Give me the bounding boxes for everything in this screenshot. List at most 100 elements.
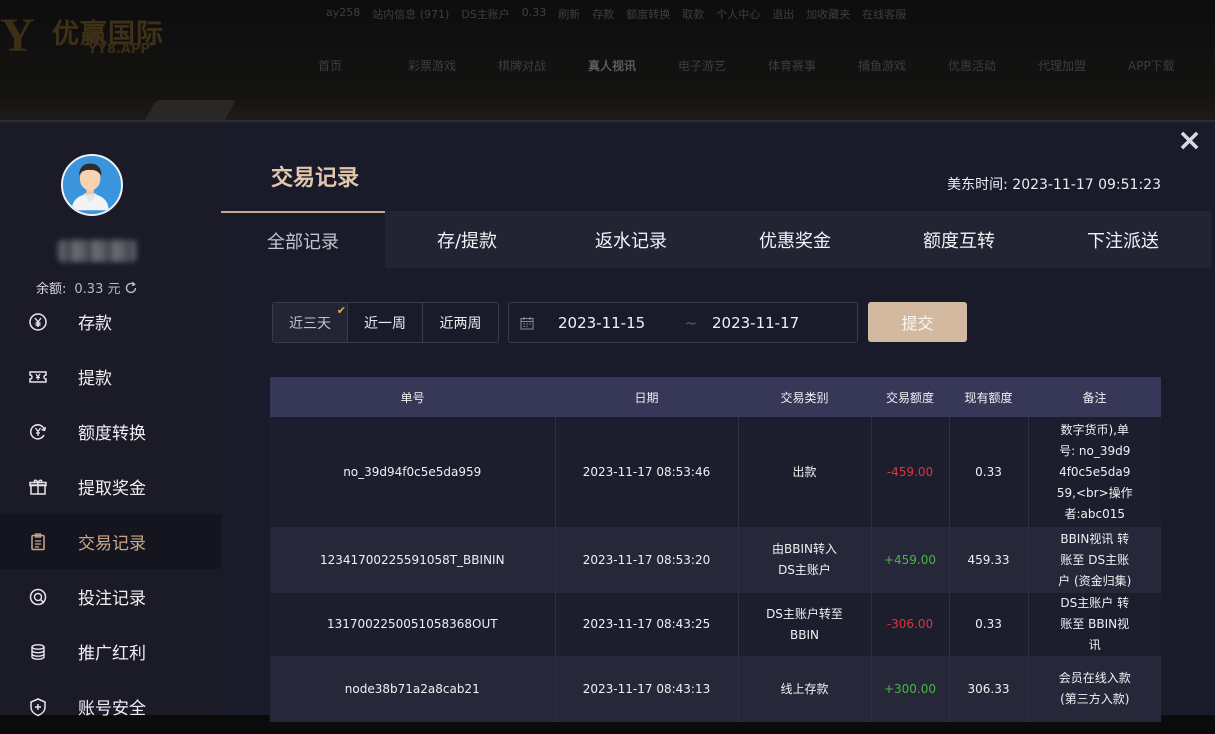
nav-item[interactable]: 电子游艺 xyxy=(678,57,768,74)
sidebar-item-deposit[interactable]: 存款 xyxy=(0,294,221,349)
cell-balance: 0.33 xyxy=(948,417,1028,527)
sidebar-item-label: 投注记录 xyxy=(78,589,146,609)
eastern-time-value: 2023-11-17 09:51:23 xyxy=(1012,177,1161,193)
cell-type: DS主账户转至BBIN xyxy=(737,593,871,656)
cell-amount: +459.00 xyxy=(870,527,949,593)
date-end-input[interactable]: 2023-11-17 xyxy=(712,314,799,332)
close-icon[interactable]: × xyxy=(1177,126,1202,156)
cell-type-text: 由BBIN转入DS主账户 xyxy=(772,542,837,577)
sidebar-item-bonus[interactable]: 提取奖金 xyxy=(0,459,221,514)
main-nav: 首页 彩票游戏 棋牌对战 真人视讯 电子游艺 体育赛事 捕鱼游戏 优惠活动 代理… xyxy=(318,57,1215,74)
cell-date: 2023-11-17 08:53:20 xyxy=(554,527,738,593)
member-center-modal: 余额: 0.33 元 存款 提款 额度转换 提取奖金 交易记录 投注记录 推广红… xyxy=(0,120,1215,722)
coin-stack-icon xyxy=(28,642,48,662)
range-one-week-button[interactable]: 近一周 xyxy=(348,303,423,342)
topbar-item[interactable]: DS主账户 xyxy=(461,6,509,22)
shield-icon xyxy=(28,697,48,717)
logo-mark: Y xyxy=(0,9,35,62)
cell-balance: 306.33 xyxy=(948,656,1028,722)
sidebar-item-label: 提取奖金 xyxy=(78,479,146,499)
nav-item[interactable]: 体育赛事 xyxy=(768,57,858,74)
calendar-icon xyxy=(520,316,534,329)
range-label: 近一周 xyxy=(364,315,406,332)
eastern-time-display: 美东时间: 2023-11-17 09:51:23 xyxy=(947,174,1161,194)
date-start-input[interactable]: 2023-11-15 xyxy=(558,314,670,332)
sidebar-item-referral[interactable]: 推广红利 xyxy=(0,624,221,679)
sidebar-item-label: 额度转换 xyxy=(78,424,146,444)
cell-remark: BBIN视讯 转账至 DS主账户 (资金归集) xyxy=(1027,527,1161,593)
column-header-type: 交易类别 xyxy=(738,377,871,417)
bet-record-icon xyxy=(28,587,48,607)
tab-rebate-records[interactable]: 返水记录 xyxy=(549,211,713,268)
cell-balance: 0.33 xyxy=(948,593,1028,656)
sidebar-item-security[interactable]: 账号安全 xyxy=(0,679,221,734)
cell-type-text: 线上存款 xyxy=(780,681,829,696)
sidebar-item-label: 存款 xyxy=(78,314,112,334)
date-separator: ~ xyxy=(684,313,698,332)
topbar-item[interactable]: 退出 xyxy=(772,6,794,22)
sidebar-item-transfer[interactable]: 额度转换 xyxy=(0,404,221,459)
nav-item[interactable]: 首页 xyxy=(318,57,408,74)
topbar-item[interactable]: 加收藏夹 xyxy=(806,6,850,22)
sidebar-item-label: 推广红利 xyxy=(78,644,146,664)
avatar-icon xyxy=(63,156,118,211)
tab-balance-transfer[interactable]: 额度互转 xyxy=(877,211,1041,268)
submit-button[interactable]: 提交 xyxy=(868,302,967,342)
cell-type: 由BBIN转入DS主账户 xyxy=(737,527,871,593)
checkmark-icon: ✔ xyxy=(336,304,346,317)
sidebar-item-transactions[interactable]: 交易记录 xyxy=(0,514,221,569)
cell-balance: 459.33 xyxy=(948,527,1028,593)
site-logo[interactable]: Y 优赢国际 YY8.APP xyxy=(0,2,170,64)
cell-order-no: node38b71a2a8cab21 xyxy=(270,656,555,722)
nav-item-active[interactable]: 真人视讯 xyxy=(588,57,678,74)
nav-item[interactable]: 棋牌对战 xyxy=(498,57,588,74)
topbar-item[interactable]: ay258 xyxy=(326,6,360,22)
cell-date: 2023-11-17 08:43:25 xyxy=(554,593,738,656)
date-range-picker[interactable]: 2023-11-15 ~ 2023-11-17 xyxy=(508,302,858,343)
topbar-item[interactable]: 额度转换 xyxy=(626,6,670,22)
sidebar-item-label: 账号安全 xyxy=(78,699,146,719)
sidebar-item-bet-records[interactable]: 投注记录 xyxy=(0,569,221,624)
nav-item[interactable]: 优惠活动 xyxy=(948,57,1038,74)
refresh-icon[interactable] xyxy=(124,281,138,295)
tab-all-records[interactable]: 全部记录 xyxy=(221,211,385,268)
column-header-balance: 现有额度 xyxy=(949,377,1028,417)
topbar-item[interactable]: 在线客服 xyxy=(862,6,906,22)
cell-amount: -306.00 xyxy=(870,593,949,656)
table-row: 1317002250051058368OUT 2023-11-17 08:43:… xyxy=(270,593,1161,656)
topbar-item[interactable]: 站内信息 (971) xyxy=(372,6,449,22)
ticket-icon xyxy=(28,367,48,387)
nav-item[interactable]: 彩票游戏 xyxy=(408,57,498,74)
logo-text-en: YY8.APP xyxy=(88,42,150,57)
currency-transfer-icon xyxy=(28,422,48,442)
nav-item[interactable]: 代理加盟 xyxy=(1038,57,1128,74)
tab-promo-bonus[interactable]: 优惠奖金 xyxy=(713,211,877,268)
page-title: 交易记录 xyxy=(271,166,360,191)
sidebar-item-label: 提款 xyxy=(78,369,112,389)
table-row: node38b71a2a8cab21 2023-11-17 08:43:13 线… xyxy=(270,656,1161,722)
topbar-item[interactable]: 存款 xyxy=(592,6,614,22)
cell-order-no: no_39d94f0c5e5da959 xyxy=(270,417,555,527)
tab-deposit-withdraw[interactable]: 存/提款 xyxy=(385,211,549,268)
table-row: no_39d94f0c5e5da959 2023-11-17 08:53:46 … xyxy=(270,417,1161,527)
eastern-time-label: 美东时间: xyxy=(947,177,1008,193)
topbar-item[interactable]: 个人中心 xyxy=(716,6,760,22)
header-decoration xyxy=(143,100,237,122)
record-tabs: 全部记录 存/提款 返水记录 优惠奖金 额度互转 下注派送 xyxy=(221,211,1211,268)
top-utility-bar: ay258 站内信息 (971) DS主账户 0.33 刷新 存款 额度转换 取… xyxy=(326,6,906,22)
tab-bet-payout[interactable]: 下注派送 xyxy=(1041,211,1205,268)
range-two-weeks-button[interactable]: 近两周 xyxy=(423,303,498,342)
cell-order-no: 12341700225591058T_BBININ xyxy=(270,527,555,593)
topbar-item[interactable]: 刷新 xyxy=(558,6,580,22)
nav-item[interactable]: APP下载 xyxy=(1128,57,1215,74)
yen-circle-icon xyxy=(28,312,48,332)
column-header-remark: 备注 xyxy=(1028,377,1161,417)
cell-remark-text: DS主账户 转账至 BBIN视讯 xyxy=(1060,596,1130,652)
username-redacted xyxy=(58,240,136,262)
sidebar-item-withdraw[interactable]: 提款 xyxy=(0,349,221,404)
transaction-table: 单号 日期 交易类别 交易额度 现有额度 备注 no_39d94f0c5e5da… xyxy=(270,377,1161,722)
topbar-item[interactable]: 取款 xyxy=(682,6,704,22)
nav-item[interactable]: 捕鱼游戏 xyxy=(858,57,948,74)
range-three-days-button[interactable]: 近三天 ✔ xyxy=(273,303,348,342)
gift-icon xyxy=(28,477,48,497)
